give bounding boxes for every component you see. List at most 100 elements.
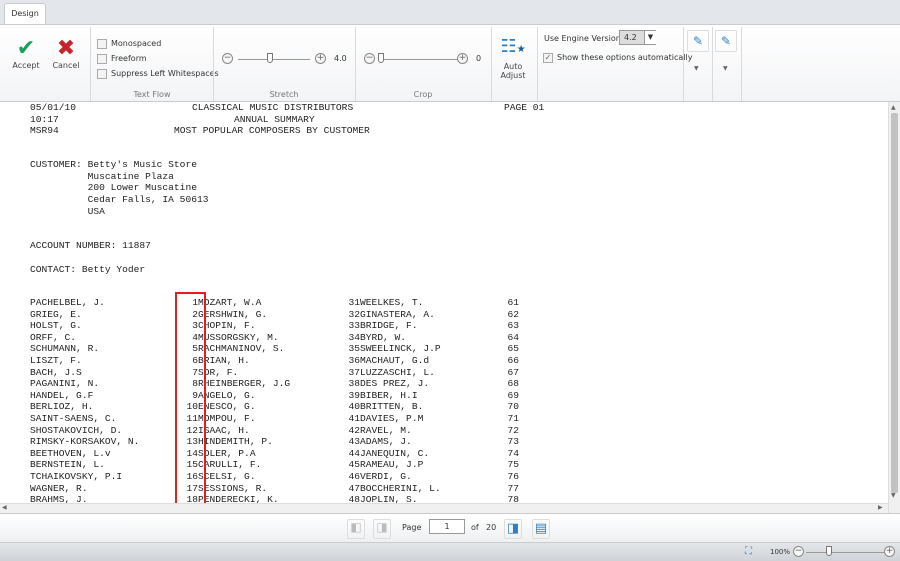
stretch-decrease-button[interactable]: − <box>222 53 233 64</box>
previous-page-button[interactable]: ◨ <box>373 519 391 539</box>
composer-rank: 39 <box>348 389 360 401</box>
divider <box>683 27 684 101</box>
composer-name: BRAHMS, J. <box>30 494 88 503</box>
composer-rank: 67 <box>507 366 519 378</box>
checkmark-icon: ✔ <box>16 36 36 61</box>
customer-address-line: CUSTOMER: Betty's Music Store <box>30 159 197 170</box>
stretch-increase-button[interactable]: + <box>315 53 326 64</box>
composer-rank: 62 <box>507 308 519 320</box>
composer-rank: 34 <box>348 331 360 343</box>
composer-rank: 61 <box>507 297 519 308</box>
chevron-down-icon: ▼ <box>644 31 656 44</box>
composer-name: HINDEMITH, P. <box>198 436 273 448</box>
composer-name: SOLER, P.A <box>198 447 256 459</box>
accept-button[interactable]: ✔ Accept <box>8 36 44 71</box>
of-label: of <box>471 523 479 532</box>
crop-slider[interactable] <box>378 59 464 60</box>
next-page-icon: ◨ <box>506 521 520 536</box>
composer-rank: 38 <box>348 378 360 390</box>
composer-name: HANDEL, G.F <box>30 389 94 401</box>
crop-decrease-button[interactable]: − <box>364 53 375 64</box>
composer-name: RIMSKY-KORSAKOV, N. <box>30 436 140 448</box>
composer-name: BOCCHERINI, L. <box>360 482 441 494</box>
composer-name: ANGELO, G. <box>198 389 256 401</box>
monospaced-checkbox[interactable]: Monospaced <box>97 37 219 52</box>
scrollbar-thumb[interactable] <box>891 113 898 493</box>
zoom-level: 100% <box>770 548 791 556</box>
composer-rank: 70 <box>507 401 519 413</box>
zoom-slider-thumb[interactable] <box>826 546 833 556</box>
engine-version-value: 4.2 <box>624 33 637 42</box>
first-page-button[interactable]: ◧ <box>347 519 365 539</box>
composer-rank: 74 <box>507 447 519 459</box>
engine-version-select[interactable]: 4.2 ▼ <box>619 30 656 45</box>
composer-name: GRIEG, E. <box>30 308 82 320</box>
composer-name: ENESCO, G. <box>198 401 256 413</box>
vertical-scrollbar[interactable]: ▲ ▼ <box>888 102 900 513</box>
composer-name: WAGNER, R. <box>30 482 88 494</box>
page-number-input[interactable]: 1 <box>429 519 465 534</box>
zoom-in-button[interactable]: + <box>884 546 895 557</box>
composer-name: MOZART, W.A <box>198 297 262 308</box>
composer-name: SCELSI, G. <box>198 471 256 482</box>
tab-strip: Design <box>0 0 900 25</box>
composer-name: GERSHWIN, G. <box>198 308 268 320</box>
horizontal-scrollbar[interactable]: ◀ ▶ <box>0 503 888 513</box>
stretch-slider[interactable] <box>238 59 310 60</box>
composer-name: SHOSTAKOVICH, D. <box>30 424 123 436</box>
document-star-icon: ☷★ <box>500 36 526 57</box>
composer-rank: 43 <box>348 436 360 448</box>
composer-name: DAVIES, P.M <box>360 413 424 424</box>
composer-rank: 76 <box>507 471 519 482</box>
crop-slider-thumb[interactable] <box>378 53 384 63</box>
composer-name: VERDI, G. <box>360 471 412 482</box>
composer-rank: 71 <box>507 413 519 424</box>
total-pages: 20 <box>486 523 497 532</box>
fit-page-icon[interactable]: ⛶ <box>745 546 752 557</box>
composer-name: BRIDGE, F. <box>360 320 418 332</box>
edit-button-2[interactable]: ✎ <box>715 30 737 52</box>
composer-name: HOLST, G. <box>30 320 82 332</box>
composer-name: PENDERECKI, K. <box>198 494 279 503</box>
header-title: CLASSICAL MUSIC DISTRIBUTORS <box>192 102 354 113</box>
crop-increase-button[interactable]: + <box>457 53 468 64</box>
composer-rank: 65 <box>507 343 519 355</box>
next-page-button[interactable]: ◨ <box>504 519 522 539</box>
composer-name: BACH, J.S <box>30 366 82 378</box>
first-page-icon: ◧ <box>350 520 362 534</box>
zoom-slider[interactable] <box>806 552 884 553</box>
zoom-out-button[interactable]: − <box>793 546 804 557</box>
cancel-button[interactable]: ✖ Cancel <box>48 36 84 71</box>
composer-rank: 37 <box>348 366 360 378</box>
composer-rank: 31 <box>348 297 360 308</box>
last-page-button[interactable]: ▤ <box>532 519 550 539</box>
scroll-left-icon[interactable]: ◀ <box>2 504 7 511</box>
suppress-left-whitespaces-checkbox[interactable]: Suppress Left Whitespaces <box>97 67 219 82</box>
composer-name: MUSSORGSKY, M. <box>198 331 279 343</box>
tab-design[interactable]: Design <box>4 3 46 25</box>
composer-rank: 72 <box>507 424 519 436</box>
scroll-right-icon[interactable]: ▶ <box>878 504 883 511</box>
composer-name: CHOPIN, F. <box>198 320 256 332</box>
freeform-checkbox[interactable]: Freeform <box>97 52 219 67</box>
composer-rank: 66 <box>507 355 519 366</box>
text-flow-options: Monospaced Freeform Suppress Left Whites… <box>97 37 219 82</box>
scroll-up-icon[interactable]: ▲ <box>891 104 896 111</box>
scroll-down-icon[interactable]: ▼ <box>891 492 896 499</box>
edit-button-1[interactable]: ✎ <box>687 30 709 52</box>
header-right: PAGE 01 <box>504 102 545 113</box>
x-icon: ✖ <box>56 36 76 61</box>
header-title: ANNUAL SUMMARY <box>234 113 315 125</box>
show-options-checkbox[interactable]: ✓ Show these options automatically <box>543 51 692 66</box>
auto-adjust-button[interactable]: ☷★ Auto Adjust <box>496 35 530 80</box>
composer-rank: 78 <box>507 494 519 503</box>
composer-name: BERLIOZ, H. <box>30 401 94 413</box>
chevron-down-icon[interactable]: ▼ <box>694 65 699 72</box>
composer-rank: 77 <box>507 482 519 494</box>
chevron-down-icon[interactable]: ▼ <box>723 65 728 72</box>
composer-rank: 36 <box>348 355 360 366</box>
checkbox-checked-icon: ✓ <box>543 52 553 63</box>
stretch-slider-thumb[interactable] <box>267 53 274 63</box>
checkbox-label: Show these options automatically <box>557 53 693 62</box>
composer-name: JANEQUIN, C. <box>360 447 430 459</box>
